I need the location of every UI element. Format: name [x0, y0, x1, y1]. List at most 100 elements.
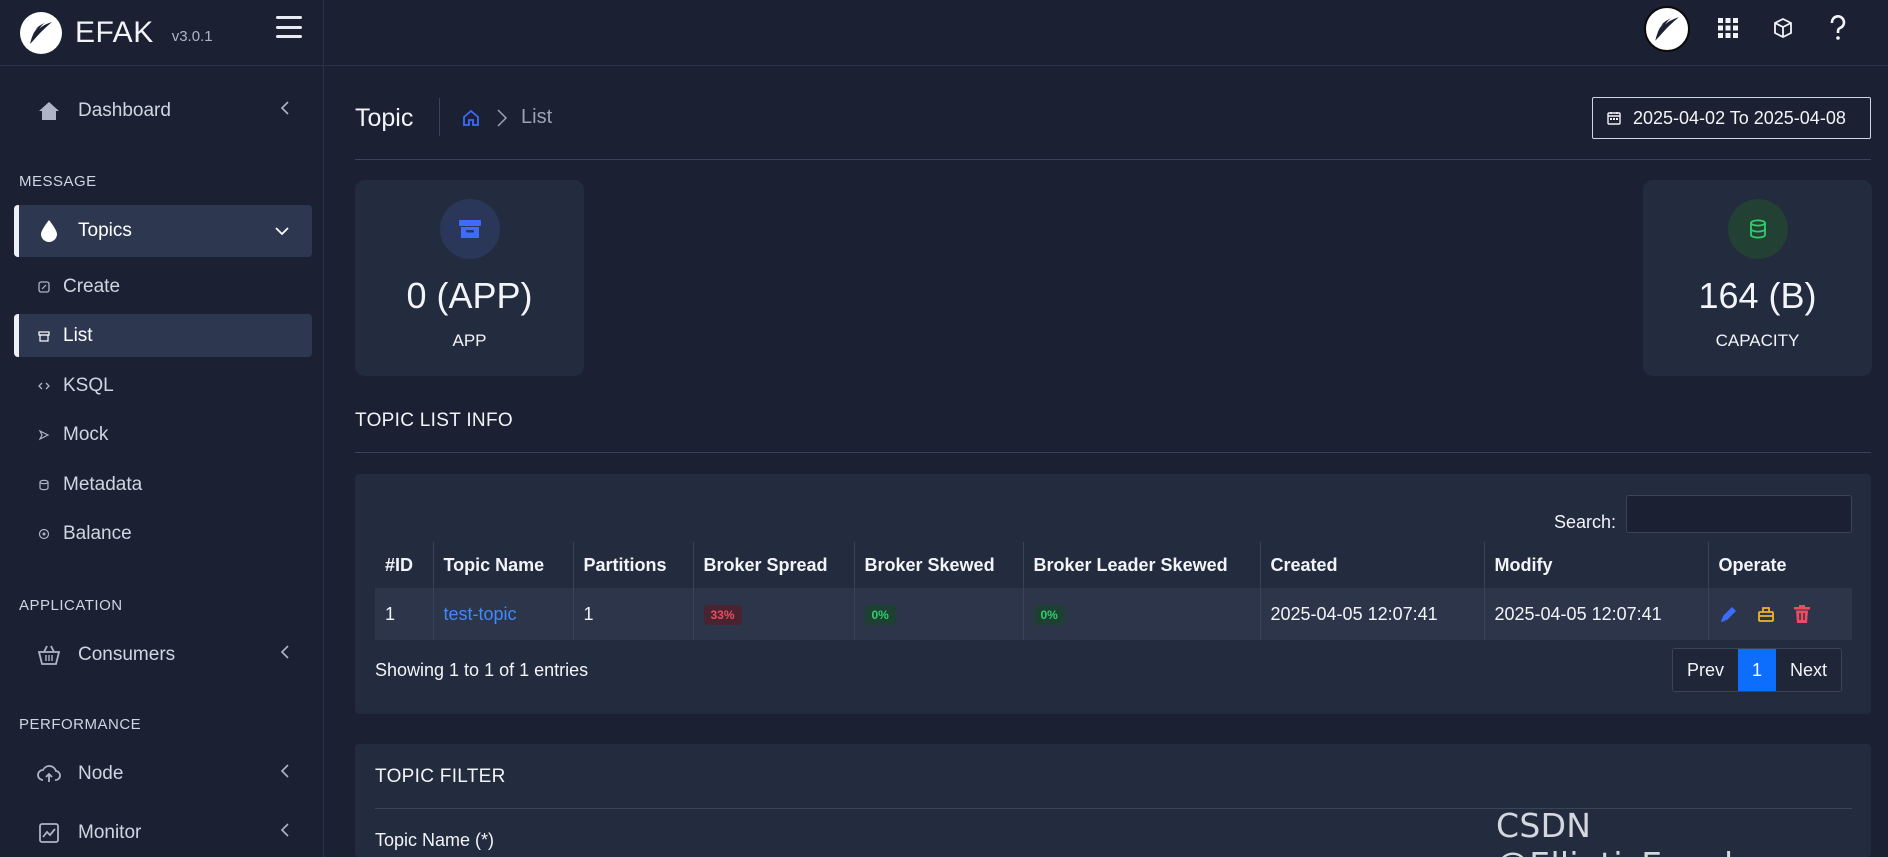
avatar[interactable] — [1644, 6, 1690, 52]
pagination: Prev 1 Next — [1672, 648, 1843, 692]
stat-capacity-label: CAPACITY — [1715, 331, 1800, 350]
sidebar-sub-label: Mock — [63, 423, 109, 445]
cell-operate — [1707, 588, 1852, 640]
stat-app-value: 0 (APP) — [406, 275, 533, 316]
sidebar-item-label: Topics — [78, 220, 132, 241]
breadcrumb-home-icon[interactable] — [461, 108, 481, 133]
sidebar-sub-metadata[interactable]: Metadata — [14, 463, 312, 506]
apps-grid-icon[interactable] — [1714, 14, 1742, 42]
section-label-performance: PERFORMANCE — [19, 716, 142, 733]
sidebar-item-label: Monitor — [78, 822, 142, 843]
pagination-page[interactable]: 1 — [1738, 649, 1777, 691]
sidebar-item-monitor[interactable]: Monitor — [14, 807, 312, 857]
sidebar-sub-label: List — [63, 324, 93, 346]
column-header-partitions[interactable]: Partitions — [572, 542, 693, 588]
archive-icon — [38, 330, 50, 342]
broker-spread-badge: 33% — [703, 605, 742, 625]
sidebar-sub-ksql[interactable]: KSQL — [14, 364, 312, 407]
page-title: Topic — [355, 104, 414, 132]
sidebar-sub-label: Metadata — [63, 473, 143, 495]
search-input[interactable] — [1626, 495, 1852, 533]
sidebar-sub-label: Balance — [63, 522, 132, 544]
chevron-down-icon — [274, 220, 290, 242]
sidebar-item-label: Consumers — [78, 644, 176, 665]
broker-leader-skewed-badge: 0% — [1033, 605, 1065, 625]
edit-icon[interactable] — [1719, 604, 1739, 624]
toolbox-icon[interactable] — [1757, 605, 1775, 623]
column-header-id[interactable]: #ID — [375, 542, 433, 588]
trash-icon[interactable] — [1793, 604, 1811, 624]
chevron-left-icon — [280, 763, 290, 785]
column-header-modify[interactable]: Modify — [1483, 542, 1708, 588]
chevron-left-icon — [280, 644, 290, 666]
breadcrumb-current: List — [521, 106, 553, 128]
pagination-prev[interactable]: Prev — [1673, 649, 1739, 691]
table-header-row: #ID Topic Name Partitions Broker Spread … — [375, 542, 1852, 588]
table-info: Showing 1 to 1 of 1 entries — [375, 660, 589, 680]
cell-id: 1 — [375, 588, 433, 640]
stat-app-label: APP — [452, 331, 487, 350]
send-icon — [38, 429, 50, 441]
code-icon — [38, 380, 50, 392]
sidebar-item-dashboard[interactable]: Dashboard — [14, 85, 312, 137]
watermark: CSDN @EllipticEnvelope — [1496, 806, 1796, 857]
topic-table: #ID Topic Name Partitions Broker Spread … — [375, 542, 1852, 640]
broker-skewed-badge: 0% — [864, 605, 896, 625]
stat-capacity-value: 164 (B) — [1698, 275, 1817, 316]
stat-card-app: 0 (APP) APP — [355, 180, 584, 376]
edit-square-icon — [38, 280, 50, 293]
cell-modify: 2025-04-05 12:07:41 — [1483, 588, 1708, 640]
sidebar-item-topics[interactable]: Topics — [14, 205, 312, 257]
sidebar-sub-mock[interactable]: Mock — [14, 413, 312, 456]
sidebar-sub-balance[interactable]: Balance — [14, 512, 312, 555]
date-range-text: 2025-04-02 To 2025-04-08 — [1633, 107, 1846, 128]
topic-name-link[interactable]: test-topic — [444, 604, 517, 624]
topic-list-title: TOPIC LIST INFO — [355, 410, 513, 431]
sidebar-item-label: Node — [78, 763, 124, 784]
breadcrumb-chevron-icon — [495, 108, 509, 133]
search-label: Search: — [1554, 512, 1617, 532]
cell-partitions: 1 — [572, 588, 693, 640]
sidebar-sub-label: KSQL — [63, 374, 114, 396]
database-stack-icon — [1727, 199, 1788, 259]
help-icon[interactable] — [1824, 14, 1852, 42]
column-header-created[interactable]: Created — [1259, 542, 1484, 588]
chevron-left-icon — [280, 100, 290, 122]
cell-broker-spread: 33% — [692, 588, 854, 640]
topic-name-field-label: Topic Name (*) — [375, 830, 495, 850]
section-label-application: APPLICATION — [19, 597, 123, 614]
sidebar-sub-create[interactable]: Create — [14, 265, 312, 308]
sidebar-sub-list[interactable]: List — [14, 314, 312, 357]
table-row: 1 test-topic 1 33% 0% 0% 2025-04-05 12:0… — [375, 588, 1852, 640]
basket-icon — [36, 642, 62, 668]
calendar-icon — [1607, 111, 1621, 125]
column-header-broker-skewed[interactable]: Broker Skewed — [853, 542, 1023, 588]
home-icon — [36, 98, 62, 124]
efak-logo-icon[interactable] — [20, 11, 62, 54]
database-icon — [38, 479, 50, 491]
sidebar-item-label: Dashboard — [78, 100, 171, 121]
section-divider — [355, 452, 1871, 453]
sidebar-item-node[interactable]: Node — [14, 748, 312, 800]
topic-filter-title: TOPIC FILTER — [375, 766, 506, 787]
menu-toggle-icon[interactable] — [276, 16, 302, 38]
cell-broker-leader-skewed: 0% — [1022, 588, 1260, 640]
sidebar-sub-label: Create — [63, 275, 121, 297]
column-header-operate: Operate — [1707, 542, 1852, 588]
cube-icon[interactable] — [1769, 14, 1797, 42]
date-range-picker[interactable]: 2025-04-02 To 2025-04-08 — [1592, 97, 1871, 139]
section-label-message: MESSAGE — [19, 173, 97, 190]
sidebar: EFAK v3.0.1 Dashboard MESSAGE Topics Cre… — [0, 0, 324, 857]
cell-created: 2025-04-05 12:07:41 — [1259, 588, 1484, 640]
column-header-topic-name[interactable]: Topic Name — [432, 542, 573, 588]
brand-name: EFAK — [75, 15, 154, 49]
sidebar-item-consumers[interactable]: Consumers — [14, 629, 312, 681]
chart-line-icon — [36, 820, 62, 846]
column-header-broker-spread[interactable]: Broker Spread — [692, 542, 854, 588]
pagination-next[interactable]: Next — [1776, 649, 1842, 691]
top-bar — [325, 0, 1888, 66]
topic-list-card: Search: #ID Topic Name Partitions Broker… — [355, 474, 1871, 714]
column-header-broker-leader-skewed[interactable]: Broker Leader Skewed — [1022, 542, 1260, 588]
stat-card-capacity: 164 (B) CAPACITY — [1643, 180, 1872, 376]
chevron-left-icon — [280, 822, 290, 844]
